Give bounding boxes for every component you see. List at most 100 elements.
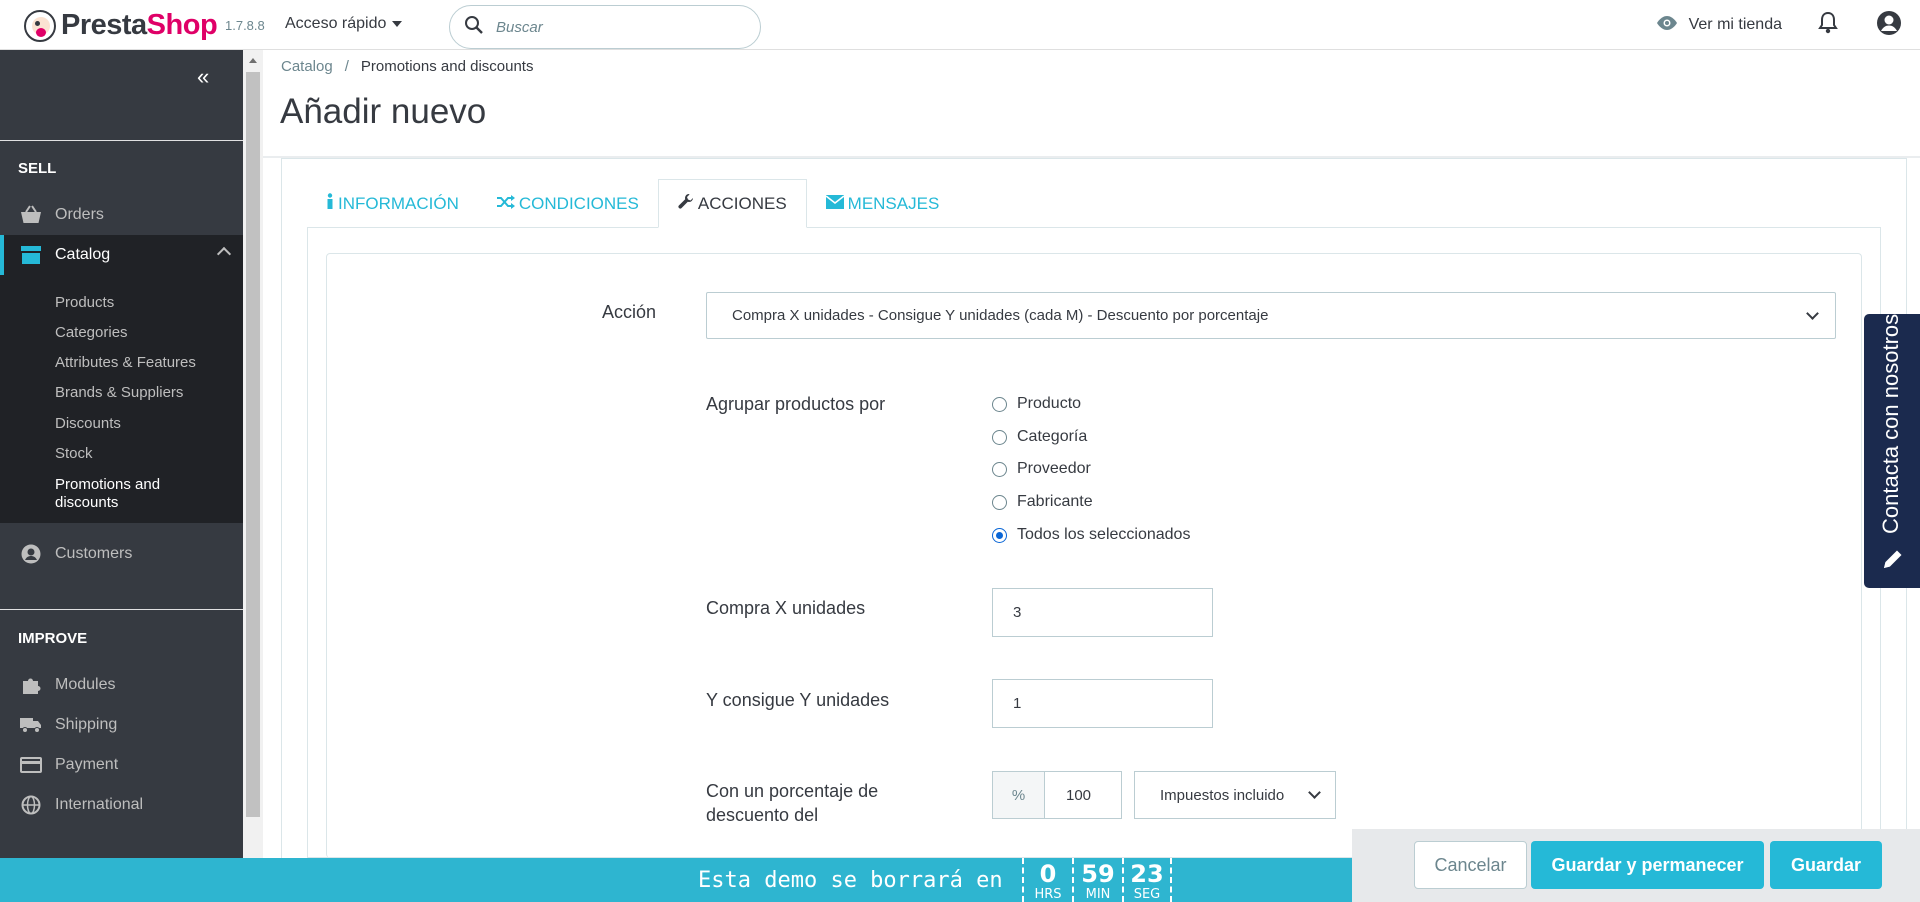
breadcrumb-current: Promotions and discounts [360, 58, 534, 75]
tax-select-value: Impuestos incluido [1160, 786, 1285, 804]
breadcrumb: Catalog / Promotions and discounts [281, 58, 533, 75]
tab-informacion[interactable]: INFORMACIÓN [307, 179, 478, 228]
discount-percent-input[interactable]: 100 [1044, 771, 1122, 819]
chevron-down-icon [1308, 786, 1321, 799]
cancel-button[interactable]: Cancelar [1414, 841, 1527, 889]
radio-label: Todos los seleccionados [1017, 526, 1191, 543]
discount-percent-label: Con un porcentaje de descuento del [706, 779, 878, 827]
save-button[interactable]: Guardar [1770, 841, 1882, 889]
submenu-item-products[interactable]: Products [55, 294, 114, 312]
sidebar-item-label: Shipping [55, 716, 118, 733]
countdown-hours-label: HRS [1034, 887, 1062, 902]
buy-x-value: 3 [1013, 604, 1022, 621]
radio-button[interactable] [992, 494, 1007, 510]
sidebar-item-modules[interactable]: Modules [0, 665, 243, 705]
chevron-down-icon [1806, 307, 1819, 320]
sidebar-item-international[interactable]: International [0, 785, 243, 825]
radio-button[interactable] [992, 396, 1007, 412]
view-store-link[interactable]: Ver mi tienda [1655, 15, 1782, 36]
submenu-item-stock[interactable]: Stock [55, 445, 93, 463]
sidebar-item-payment[interactable]: Payment [0, 745, 243, 785]
countdown-minutes-value: 59 [1081, 860, 1115, 888]
contact-us-tab[interactable]: Contacta con nosotros [1864, 314, 1920, 588]
tab-bar: INFORMACIÓN CONDICIONES ACCIONES MENSAJE… [307, 179, 958, 228]
sidebar-item-label: Modules [55, 676, 116, 693]
sidebar-item-label: Customers [55, 545, 133, 562]
user-account-icon[interactable] [1876, 10, 1902, 41]
countdown-minutes-label: MIN [1085, 887, 1111, 902]
breadcrumb-separator: / [344, 58, 349, 75]
section-sell: SELL [18, 160, 57, 177]
search-box[interactable] [449, 5, 761, 49]
radio-label: Fabricante [1017, 493, 1093, 510]
quick-access-label: Acceso rápido [285, 15, 387, 32]
sidebar-item-label: International [55, 796, 144, 813]
sidebar-item-label: Payment [55, 756, 119, 773]
user-circle-icon [20, 543, 42, 565]
tab-condiciones[interactable]: CONDICIONES [478, 179, 658, 228]
page-title: Añadir nuevo [280, 92, 487, 131]
submenu-item-attributes[interactable]: Attributes & Features [55, 354, 196, 372]
radio-label: Proveedor [1017, 460, 1091, 477]
radio-fabricante[interactable]: Fabricante [992, 493, 1093, 511]
countdown-hours: 0 HRS [1022, 858, 1072, 902]
tab-acciones[interactable]: ACCIONES [657, 179, 807, 228]
sidebar-item-customers[interactable]: Customers [0, 534, 243, 574]
radio-categoria[interactable]: Categoría [992, 428, 1087, 446]
sidebar-item-catalog[interactable]: Catalog [0, 235, 243, 275]
notifications-bell-icon[interactable] [1818, 11, 1838, 40]
truck-icon [20, 714, 42, 736]
radio-proveedor[interactable]: Proveedor [992, 460, 1091, 478]
countdown-timer: 0 HRS 59 MIN 23 SEG [1022, 858, 1172, 902]
shopping-basket-icon [20, 204, 42, 226]
prestashop-logo[interactable]: PrestaShop [24, 9, 218, 42]
submenu-item-promotions[interactable]: Promotions and discounts [55, 476, 160, 512]
sidebar-scrollbar[interactable] [243, 50, 263, 858]
section-improve: IMPROVE [18, 630, 88, 647]
countdown-minutes: 59 MIN [1072, 858, 1122, 902]
submenu-label-line1: Promotions and [55, 476, 161, 493]
tax-select[interactable]: Impuestos incluido [1134, 771, 1336, 819]
caret-down-icon [392, 21, 403, 27]
tab-label: INFORMACIÓN [338, 193, 459, 213]
contact-us-label: Contacta con nosotros [1878, 313, 1903, 534]
submenu-item-brands[interactable]: Brands & Suppliers [55, 384, 183, 402]
store-icon [20, 244, 42, 266]
nav-divider [0, 609, 243, 610]
logo-text: PrestaShop [61, 9, 218, 41]
action-select[interactable]: Compra X unidades - Consigue Y unidades … [706, 292, 1836, 339]
top-header: PrestaShop 1.7.8.8 Acceso rápido Ver mi … [0, 0, 1920, 50]
eye-icon [1655, 15, 1679, 36]
radio-button[interactable] [992, 429, 1007, 445]
sidebar-item-orders[interactable]: Orders [0, 195, 243, 235]
credit-card-icon [20, 754, 42, 776]
action-select-value: Compra X unidades - Consigue Y unidades … [732, 307, 1269, 324]
view-store-label: Ver mi tienda [1688, 16, 1782, 33]
percent-addon: % [992, 771, 1045, 819]
sidebar-item-shipping[interactable]: Shipping [0, 705, 243, 745]
sidebar-item-label: Catalog [55, 246, 111, 263]
radio-producto[interactable]: Producto [992, 395, 1081, 413]
submenu-item-discounts[interactable]: Discounts [55, 415, 121, 433]
radio-todos-seleccionados[interactable]: Todos los seleccionados [992, 526, 1190, 544]
search-input[interactable] [496, 18, 736, 36]
breadcrumb-catalog-link[interactable]: Catalog [281, 58, 333, 75]
info-icon [326, 193, 334, 214]
demo-countdown-text: Esta demo se borrará en [698, 868, 1003, 893]
scrollbar-thumb[interactable] [246, 72, 260, 817]
scroll-up-arrow-icon[interactable] [249, 58, 257, 63]
catalog-submenu: Products Categories Attributes & Feature… [0, 275, 243, 523]
nav-divider [0, 140, 243, 141]
save-and-stay-button[interactable]: Guardar y permanecer [1531, 841, 1764, 889]
tab-label: ACCIONES [697, 193, 787, 213]
tab-mensajes[interactable]: MENSAJES [807, 179, 959, 228]
collapse-sidebar-icon[interactable]: « [197, 64, 209, 90]
radio-button-checked[interactable] [992, 527, 1007, 543]
radio-button[interactable] [992, 461, 1007, 477]
submenu-item-categories[interactable]: Categories [55, 324, 128, 342]
get-y-input[interactable]: 1 [992, 679, 1213, 728]
buy-x-input[interactable]: 3 [992, 588, 1213, 637]
pencil-icon [1882, 548, 1904, 575]
quick-access-dropdown[interactable]: Acceso rápido [285, 15, 403, 33]
actions-form-card [326, 253, 1862, 858]
